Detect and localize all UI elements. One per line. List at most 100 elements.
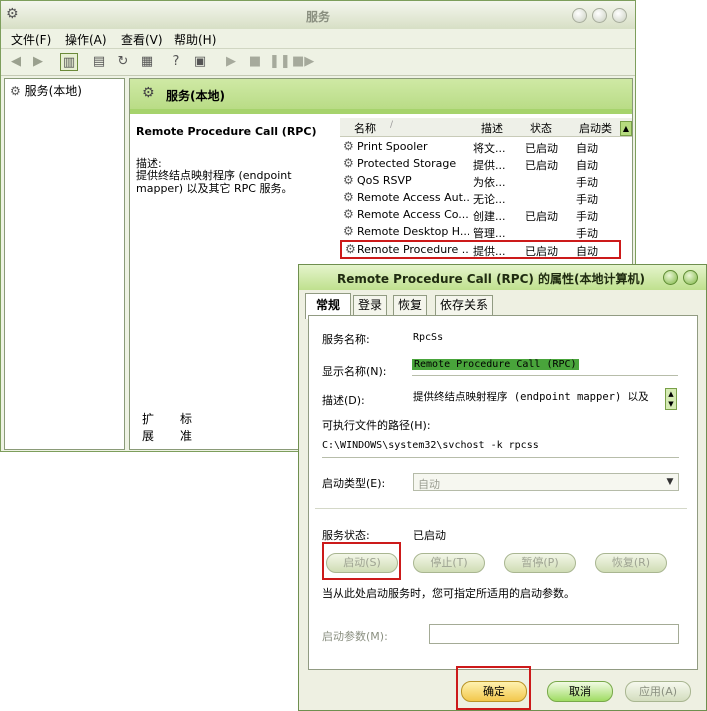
start-button[interactable]: 启动(S)	[326, 553, 398, 573]
stop-service-icon[interactable]: ■	[246, 53, 264, 71]
pane-header: ⚙ 服务(本地)	[130, 79, 632, 109]
window-title: 服务	[305, 10, 330, 24]
close-button[interactable]	[612, 8, 627, 23]
column-description[interactable]: 描述	[481, 120, 503, 136]
scroll-up-arrow-icon[interactable]: ▲	[620, 121, 632, 136]
row-startup: 手动	[576, 210, 598, 223]
tab-logon[interactable]: 登录	[353, 295, 388, 315]
row-status: 已启动	[525, 245, 558, 258]
column-name[interactable]: 名称	[354, 120, 376, 136]
row-desc: 将文...	[473, 142, 506, 155]
pause-button[interactable]: 暂停(P)	[504, 553, 576, 573]
table-row[interactable]: ⚙ Remote Desktop H... 管理... 手动	[340, 224, 622, 240]
row-startup: 手动	[576, 193, 598, 206]
row-name: Print Spooler	[357, 140, 428, 153]
show-tree-icon[interactable]: ▥	[60, 53, 78, 71]
maximize-button[interactable]	[592, 8, 607, 23]
row-desc: 提供...	[473, 159, 506, 172]
display-name-label: 显示名称(N):	[322, 365, 387, 378]
table-row-selected[interactable]: ⚙ Remote Procedure ... 提供... 已启动 自动	[340, 240, 621, 259]
startup-type-value: 自动	[418, 478, 440, 491]
description-field[interactable]: 提供终结点映射程序 (endpoint mapper) 以及	[413, 389, 649, 404]
row-status: 已启动	[525, 159, 558, 172]
row-status: 已启动	[525, 210, 558, 223]
tab-extended[interactable]: 扩展	[142, 410, 154, 444]
description-scrollbar[interactable]: ▲ ▼	[665, 388, 677, 410]
dialog-help-button[interactable]	[663, 270, 678, 285]
row-startup: 自动	[576, 159, 598, 172]
menu-action[interactable]: 操作(A)	[65, 31, 107, 48]
cancel-button[interactable]: 取消	[547, 681, 613, 702]
service-status-label: 服务状态:	[322, 529, 370, 542]
menu-file[interactable]: 文件(F)	[11, 31, 51, 48]
row-name: Remote Desktop H...	[357, 225, 469, 238]
table-row[interactable]: ⚙ Remote Access Co... 创建... 已启动 手动	[340, 207, 622, 223]
tree-item-services-local[interactable]: ⚙ 服务(本地)	[10, 82, 82, 99]
tab-recovery[interactable]: 恢复	[393, 295, 428, 315]
help-icon[interactable]: ?	[167, 53, 185, 71]
exec-path-underline	[322, 457, 679, 458]
header-band	[130, 109, 632, 114]
restart-service-icon[interactable]: ■▶	[292, 53, 314, 71]
tree-item-label: 服务(本地)	[24, 84, 82, 98]
properties-dialog: Remote Procedure Call (RPC) 的属性(本地计算机) 常…	[298, 264, 707, 711]
console-icon[interactable]: ▣	[191, 53, 209, 71]
row-startup: 手动	[576, 176, 598, 189]
table-row[interactable]: ⚙ Remote Access Aut... 无论... 手动	[340, 190, 622, 206]
properties-icon[interactable]: ▤	[90, 53, 108, 71]
pane-header-title: 服务(本地)	[166, 89, 225, 103]
pause-service-icon[interactable]: ❚❚	[269, 53, 291, 71]
apply-button[interactable]: 应用(A)	[625, 681, 691, 702]
service-name-label: 服务名称:	[322, 333, 370, 346]
tree-pane: ⚙ 服务(本地)	[4, 78, 125, 450]
start-params-input[interactable]	[429, 624, 679, 644]
row-name: Protected Storage	[357, 157, 457, 170]
display-name-underline	[412, 375, 678, 376]
service-icon: ⚙	[343, 225, 354, 237]
minimize-button[interactable]	[572, 8, 587, 23]
exec-path-label: 可执行文件的路径(H):	[322, 419, 431, 432]
row-status: 已启动	[525, 142, 558, 155]
dialog-close-button[interactable]	[683, 270, 698, 285]
toolbar: ◀ ▶ ▥ ▤ ↻ ▦ ? ▣ ▶ ■ ❚❚ ■▶	[1, 48, 635, 76]
startup-type-select[interactable]: 自动 ▼	[413, 473, 679, 491]
startup-type-label: 启动类型(E):	[322, 477, 386, 490]
row-desc: 提供...	[473, 245, 506, 258]
tab-standard[interactable]: 标准	[180, 410, 192, 444]
menu-view[interactable]: 查看(V)	[121, 31, 163, 48]
service-icon: ⚙	[343, 208, 354, 220]
row-name: Remote Access Co...	[357, 208, 469, 221]
sort-indicator-icon: ∕	[390, 120, 394, 130]
stop-button[interactable]: 停止(T)	[413, 553, 485, 573]
start-params-hint: 当从此处启动服务时，您可指定所适用的启动参数。	[322, 587, 575, 600]
ok-button[interactable]: 确定	[461, 681, 527, 702]
forward-arrow-icon[interactable]: ▶	[29, 53, 47, 71]
column-status[interactable]: 状态	[530, 120, 552, 136]
service-icon: ⚙	[345, 243, 356, 255]
row-startup: 自动	[576, 142, 598, 155]
display-name-field[interactable]: Remote Procedure Call (RPC)	[412, 359, 579, 370]
back-arrow-icon[interactable]: ◀	[7, 53, 25, 71]
row-desc: 管理...	[473, 227, 506, 240]
service-icon: ⚙	[343, 157, 354, 169]
refresh-icon[interactable]: ↻	[114, 53, 132, 71]
menu-help[interactable]: 帮助(H)	[174, 31, 216, 48]
service-name-value: RpcSs	[413, 332, 444, 343]
start-service-icon[interactable]: ▶	[222, 53, 240, 71]
row-name: Remote Procedure ...	[357, 243, 469, 256]
service-icon: ⚙	[343, 140, 354, 152]
title-bar[interactable]: ⚙ 服务	[1, 1, 635, 29]
export-list-icon[interactable]: ▦	[138, 53, 156, 71]
gears-icon: ⚙	[10, 84, 21, 98]
resume-button[interactable]: 恢复(R)	[595, 553, 667, 573]
dialog-title-bar[interactable]: Remote Procedure Call (RPC) 的属性(本地计算机)	[299, 265, 706, 290]
selected-service-title: Remote Procedure Call (RPC)	[136, 125, 317, 138]
tab-dependencies[interactable]: 依存关系	[435, 295, 494, 315]
chevron-down-icon: ▼	[666, 477, 674, 487]
column-startup-type[interactable]: 启动类	[579, 120, 612, 136]
table-row[interactable]: ⚙ Protected Storage 提供... 已启动 自动	[340, 156, 622, 172]
table-row[interactable]: ⚙ Print Spooler 将文... 已启动 自动	[340, 139, 622, 155]
menu-bar: 文件(F) 操作(A) 查看(V) 帮助(H)	[1, 29, 635, 47]
row-name: Remote Access Aut...	[357, 191, 469, 204]
table-row[interactable]: ⚙ QoS RSVP 为依... 手动	[340, 173, 622, 189]
